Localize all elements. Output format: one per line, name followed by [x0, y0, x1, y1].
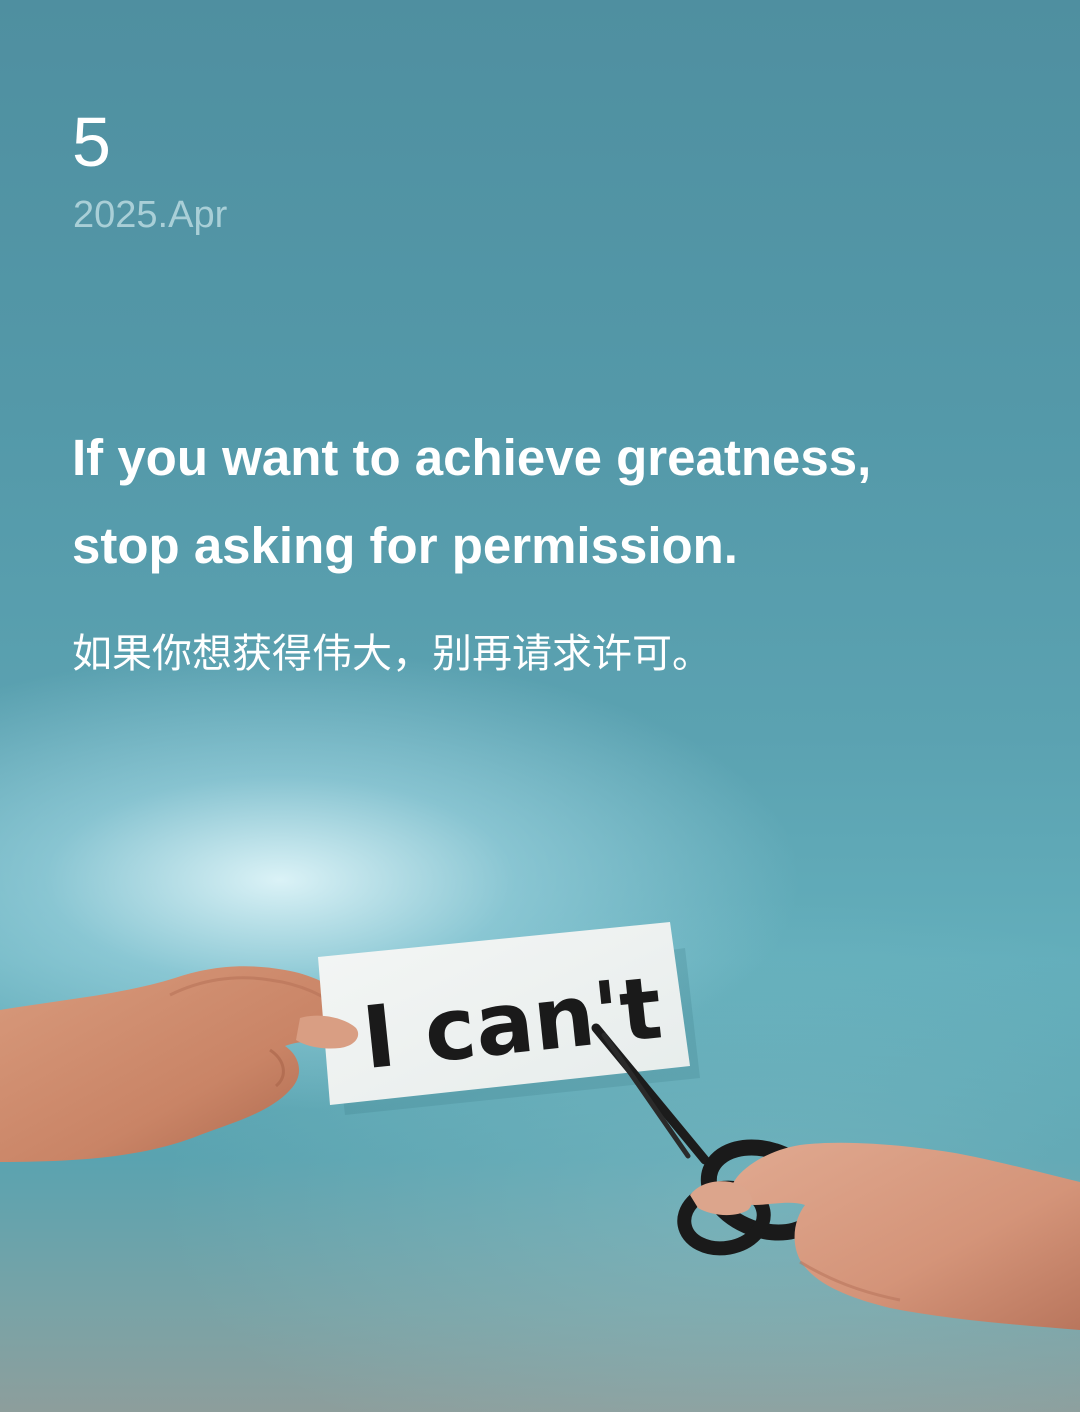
- quote-card: 5 2025.Apr If you want to achieve greatn…: [0, 0, 1080, 1412]
- quote-english-line-2: stop asking for permission.: [72, 517, 738, 574]
- hands-cutting-sign-photo: I can't: [0, 922, 1080, 1330]
- quote-english: If you want to achieve greatness, stop a…: [72, 414, 1032, 590]
- quote-chinese: 如果你想获得伟大，别再请求许可。: [72, 631, 712, 677]
- date-month-year: 2025.Apr: [73, 194, 228, 236]
- date-day: 5: [72, 103, 111, 181]
- quote-english-line-1: If you want to achieve greatness,: [72, 429, 872, 486]
- left-hand: [0, 966, 354, 1162]
